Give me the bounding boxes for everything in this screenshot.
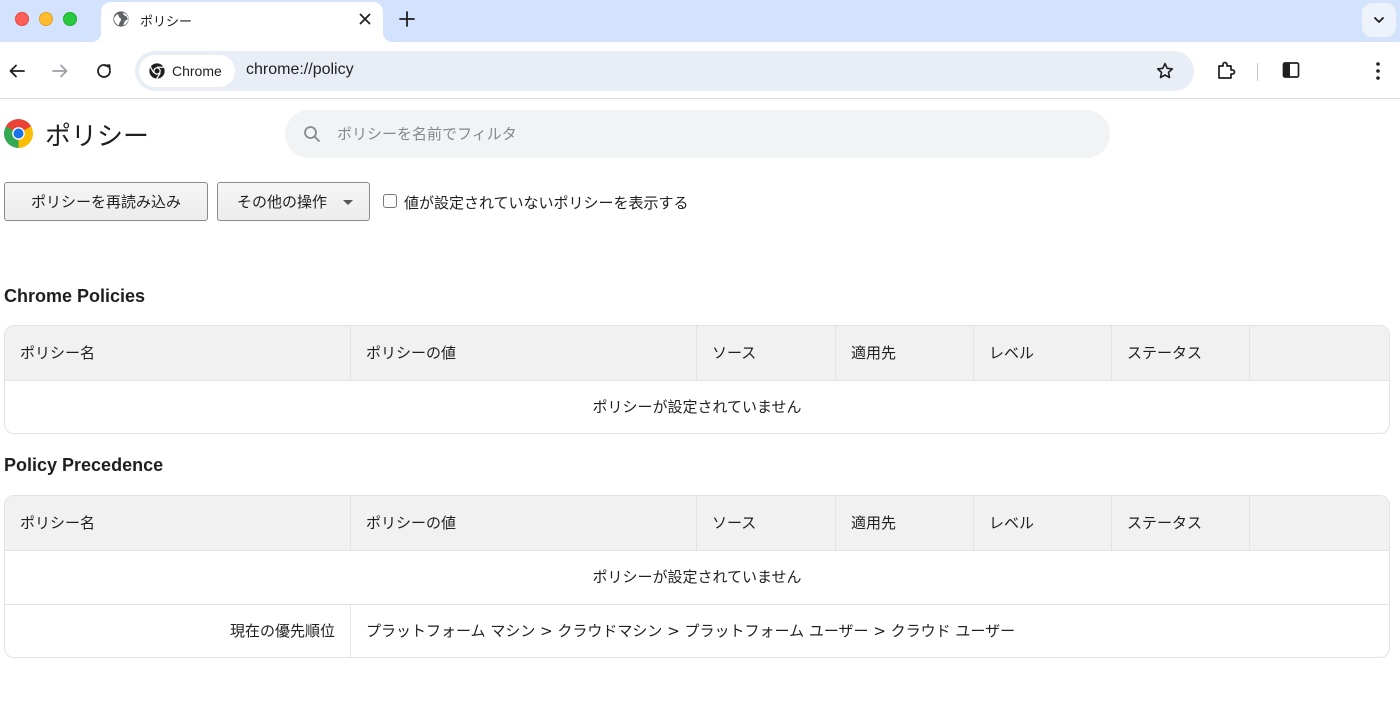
chip-label: Chrome xyxy=(172,63,222,79)
tab-strip: ポリシー xyxy=(0,0,1400,42)
section-title-chrome-policies: Chrome Policies xyxy=(4,286,146,306)
column-header-policy-name: ポリシー名 xyxy=(5,496,351,551)
table-header: ポリシー名 ポリシーの値 ソース 適用先 レベル ステータス xyxy=(5,496,1389,551)
table-row: 現在の優先順位 プラットフォーム マシン > クラウドマシン > プラットフォー… xyxy=(5,604,1389,657)
column-header-applies-to: 適用先 xyxy=(836,326,974,381)
show-unset-label[interactable]: 値が設定されていないポリシーを表示する xyxy=(404,192,689,213)
column-header-policy-value: ポリシーの値 xyxy=(351,326,697,381)
tab-policy[interactable]: ポリシー xyxy=(91,2,393,42)
policy-filter[interactable] xyxy=(285,110,1110,158)
maximize-window-button[interactable] xyxy=(63,12,77,26)
minimize-window-button[interactable] xyxy=(39,12,53,26)
policy-precedence-table: ポリシー名 ポリシーの値 ソース 適用先 レベル ステータス ポリシーが設定され… xyxy=(4,495,1390,658)
column-header-status: ステータス xyxy=(1112,496,1250,551)
new-tab-icon[interactable] xyxy=(397,9,417,29)
empty-message: ポリシーが設定されていません xyxy=(592,398,802,416)
chrome-logo-icon xyxy=(4,119,33,148)
section-title-policy-precedence: Policy Precedence xyxy=(4,455,164,475)
precedence-label: 現在の優先順位 xyxy=(5,605,351,657)
caret-down-icon xyxy=(343,200,353,205)
kebab-menu-icon[interactable] xyxy=(1370,60,1386,82)
site-info-chip[interactable]: Chrome xyxy=(139,55,235,87)
column-header-policy-name: ポリシー名 xyxy=(5,326,351,381)
chrome-policies-table: ポリシー名 ポリシーの値 ソース 適用先 レベル ステータス ポリシーが設定され… xyxy=(4,325,1390,434)
show-unset-checkbox[interactable] xyxy=(383,194,397,208)
more-actions-label: その他の操作 xyxy=(237,193,328,211)
more-actions-button[interactable]: その他の操作 xyxy=(217,182,370,221)
reload-icon[interactable] xyxy=(94,61,114,81)
close-tab-icon[interactable] xyxy=(356,10,374,28)
side-panel-icon[interactable] xyxy=(1281,60,1301,80)
column-header-policy-value: ポリシーの値 xyxy=(351,496,697,551)
address-bar[interactable]: Chrome chrome://policy xyxy=(135,51,1194,91)
chevron-down-icon xyxy=(1374,17,1384,23)
tab-search-button[interactable] xyxy=(1362,3,1396,37)
column-header-actions xyxy=(1250,326,1389,381)
column-header-source: ソース xyxy=(697,496,836,551)
page-title: ポリシー xyxy=(45,122,150,152)
reload-policies-button[interactable]: ポリシーを再読み込み xyxy=(4,182,208,221)
empty-message: ポリシーが設定されていません xyxy=(592,568,802,586)
browser-toolbar: Chrome chrome://policy xyxy=(0,42,1400,99)
back-icon[interactable] xyxy=(7,61,27,81)
bookmark-star-icon[interactable] xyxy=(1155,61,1175,81)
chrome-logo-icon xyxy=(149,63,165,80)
forward-icon[interactable] xyxy=(50,61,70,81)
globe-icon xyxy=(113,11,129,27)
column-header-actions xyxy=(1250,496,1389,551)
column-header-level: レベル xyxy=(974,496,1112,551)
column-header-status: ステータス xyxy=(1112,326,1250,381)
column-header-applies-to: 適用先 xyxy=(836,496,974,551)
policy-filter-input[interactable] xyxy=(337,120,1077,148)
extensions-puzzle-icon[interactable] xyxy=(1215,59,1237,81)
column-header-source: ソース xyxy=(697,326,836,381)
search-icon xyxy=(304,126,320,142)
precedence-value: プラットフォーム マシン > クラウドマシン > プラットフォーム ユーザー >… xyxy=(366,622,1016,640)
column-header-level: レベル xyxy=(974,326,1112,381)
toolbar-divider xyxy=(1257,63,1258,81)
table-header: ポリシー名 ポリシーの値 ソース 適用先 レベル ステータス xyxy=(5,326,1389,381)
close-window-button[interactable] xyxy=(15,12,29,26)
url-text[interactable]: chrome://policy xyxy=(246,61,354,79)
tab-title: ポリシー xyxy=(140,15,193,30)
